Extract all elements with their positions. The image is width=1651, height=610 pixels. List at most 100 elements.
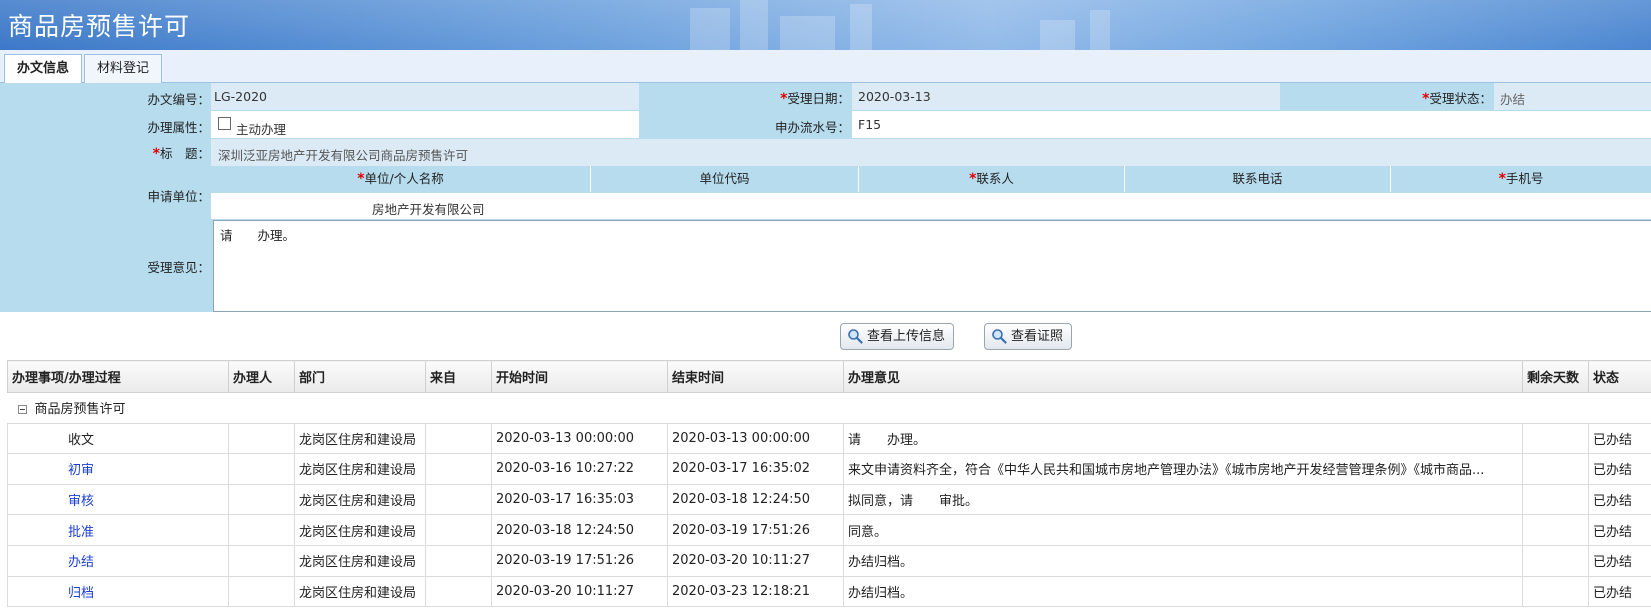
app-banner: 商品房预售许可 bbox=[0, 0, 1651, 50]
row-start: 2020-03-18 12:24:50 bbox=[491, 514, 668, 546]
row-from bbox=[425, 575, 492, 608]
table-row: 收文 龙岗区住房和建设局 2020-03-13 00:00:00 2020-03… bbox=[7, 422, 1651, 455]
collapse-icon[interactable] bbox=[17, 405, 27, 415]
row-step: 收文 bbox=[7, 422, 229, 455]
tab-document-info[interactable]: 办文信息 bbox=[4, 54, 83, 84]
table-row: 归档 龙岗区住房和建设局 2020-03-20 10:11:27 2020-03… bbox=[7, 575, 1651, 608]
opinion-textarea[interactable]: 请 办理。 bbox=[213, 220, 1651, 312]
col-days[interactable]: 剩余天数 bbox=[1522, 360, 1589, 393]
attr-label: 办理属性： bbox=[147, 120, 210, 135]
row-step-link[interactable]: 批准 bbox=[7, 514, 229, 546]
row-days bbox=[1522, 453, 1589, 485]
row-start: 2020-03-13 00:00:00 bbox=[491, 422, 668, 455]
col-handler[interactable]: 办理人 bbox=[228, 360, 295, 393]
accept-date-value: 2020-03-13 bbox=[858, 89, 931, 104]
page-title: 商品房预售许可 bbox=[8, 12, 191, 41]
row-handler bbox=[228, 544, 295, 577]
serial-field bbox=[852, 111, 1651, 138]
accept-status-label: *受理状态： bbox=[1422, 91, 1492, 107]
applicant-name-value: 房地产开发有限公司 bbox=[372, 202, 485, 217]
row-from bbox=[425, 422, 492, 455]
proactive-option-label: 主动办理 bbox=[236, 122, 287, 137]
row-from bbox=[425, 453, 492, 485]
row-opinion: 同意。 bbox=[843, 514, 1523, 546]
group-label: 商品房预售许可 bbox=[34, 402, 126, 418]
table-row: 办结 龙岗区住房和建设局 2020-03-19 17:51:26 2020-03… bbox=[7, 544, 1651, 577]
row-days bbox=[1522, 514, 1589, 546]
serial-value: F15 bbox=[858, 117, 882, 132]
row-status: 已办结 bbox=[1588, 544, 1651, 577]
tab-material-register[interactable]: 材料登记 bbox=[84, 54, 163, 83]
row-opinion: 办结归档。 bbox=[843, 544, 1523, 577]
view-upload-button[interactable]: 查看上传信息 bbox=[840, 323, 955, 350]
col-end[interactable]: 结束时间 bbox=[667, 360, 844, 393]
row-handler bbox=[228, 575, 295, 608]
title-label: *标 题： bbox=[152, 146, 210, 162]
row-dept: 龙岗区住房和建设局 bbox=[294, 453, 426, 485]
applicant-col-code: 单位代码 bbox=[591, 166, 859, 192]
row-end: 2020-03-20 10:11:27 bbox=[667, 544, 844, 577]
row-opinion: 拟同意，请 审批。 bbox=[843, 483, 1523, 516]
row-days bbox=[1522, 483, 1589, 516]
row-status: 已办结 bbox=[1588, 514, 1651, 546]
applicant-col-phone: 联系电话 bbox=[1125, 166, 1391, 192]
doc-no-label: 办文编号： bbox=[147, 92, 210, 107]
accept-status-value: 办结 bbox=[1500, 92, 1526, 107]
title-value: 深圳泛亚房地产开发有限公司商品房预售许可 bbox=[218, 148, 469, 163]
row-dept: 龙岗区住房和建设局 bbox=[294, 544, 426, 577]
proactive-checkbox[interactable] bbox=[218, 117, 231, 130]
table-row: 初审 龙岗区住房和建设局 2020-03-16 10:27:22 2020-03… bbox=[7, 453, 1651, 485]
row-step-link[interactable]: 初审 bbox=[7, 453, 229, 485]
row-status: 已办结 bbox=[1588, 575, 1651, 608]
row-end: 2020-03-17 16:35:02 bbox=[667, 453, 844, 485]
applicant-label: 申请单位： bbox=[147, 189, 210, 204]
accept-date-label: *受理日期： bbox=[780, 91, 850, 107]
row-end: 2020-03-13 00:00:00 bbox=[667, 422, 844, 455]
row-days bbox=[1522, 422, 1589, 455]
magnifier-icon bbox=[991, 328, 1007, 344]
col-start[interactable]: 开始时间 bbox=[491, 360, 668, 393]
table-row: 审核 龙岗区住房和建设局 2020-03-17 16:35:03 2020-03… bbox=[7, 483, 1651, 516]
row-days bbox=[1522, 575, 1589, 608]
magnifier-icon bbox=[847, 328, 863, 344]
row-start: 2020-03-20 10:11:27 bbox=[491, 575, 668, 608]
tab-bar: 办文信息 材料登记 bbox=[0, 50, 1651, 84]
view-license-button[interactable]: 查看证照 bbox=[984, 323, 1073, 350]
row-handler bbox=[228, 514, 295, 546]
col-status[interactable]: 状态 bbox=[1588, 360, 1651, 393]
row-dept: 龙岗区住房和建设局 bbox=[294, 422, 426, 455]
row-opinion: 请 办理。 bbox=[843, 422, 1523, 455]
row-dept: 龙岗区住房和建设局 bbox=[294, 483, 426, 516]
col-opinion[interactable]: 办理意见 bbox=[843, 360, 1523, 393]
process-table: 办理事项/办理过程 办理人 部门 来自 开始时间 结束时间 办理意见 剩余天数 … bbox=[7, 360, 1651, 608]
row-handler bbox=[228, 453, 295, 485]
row-opinion: 来文申请资料齐全，符合《中华人民共和国城市房地产管理办法》《城市房地产开发经营管… bbox=[843, 453, 1523, 485]
row-end: 2020-03-18 12:24:50 bbox=[667, 483, 844, 516]
opinion-label: 受理意见： bbox=[147, 260, 210, 275]
doc-no-field bbox=[211, 83, 639, 110]
row-start: 2020-03-16 10:27:22 bbox=[491, 453, 668, 485]
row-end: 2020-03-23 12:18:21 bbox=[667, 575, 844, 608]
row-step-link[interactable]: 办结 bbox=[7, 544, 229, 577]
row-status: 已办结 bbox=[1588, 453, 1651, 485]
row-start: 2020-03-17 16:35:03 bbox=[491, 483, 668, 516]
row-opinion: 办结归档。 bbox=[843, 575, 1523, 608]
row-step-link[interactable]: 审核 bbox=[7, 483, 229, 516]
row-status: 已办结 bbox=[1588, 483, 1651, 516]
applicant-col-name: *单位/个人名称 bbox=[211, 166, 591, 192]
row-start: 2020-03-19 17:51:26 bbox=[491, 544, 668, 577]
col-from[interactable]: 来自 bbox=[425, 360, 492, 393]
doc-no-value: LG-2020 bbox=[214, 89, 267, 104]
col-dept[interactable]: 部门 bbox=[294, 360, 426, 393]
applicant-col-contact: *联系人 bbox=[859, 166, 1125, 192]
row-handler bbox=[228, 483, 295, 516]
row-status: 已办结 bbox=[1588, 422, 1651, 455]
row-from bbox=[425, 514, 492, 546]
row-dept: 龙岗区住房和建设局 bbox=[294, 514, 426, 546]
row-step-link[interactable]: 归档 bbox=[7, 575, 229, 608]
row-days bbox=[1522, 544, 1589, 577]
row-dept: 龙岗区住房和建设局 bbox=[294, 575, 426, 608]
row-from bbox=[425, 483, 492, 516]
applicant-col-mobile: *手机号 bbox=[1498, 171, 1544, 187]
col-step[interactable]: 办理事项/办理过程 bbox=[7, 360, 229, 393]
